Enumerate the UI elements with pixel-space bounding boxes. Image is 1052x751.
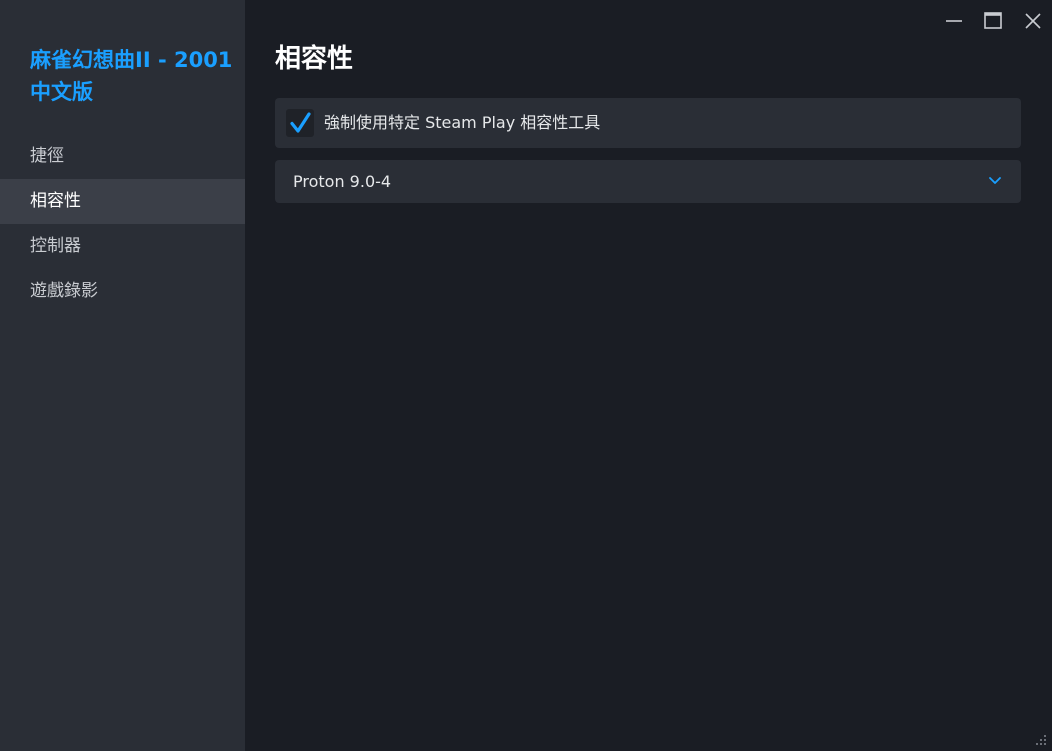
chevron-down-icon xyxy=(989,177,1001,184)
minimize-button[interactable] xyxy=(941,8,967,34)
main-panel: 相容性 強制使用特定 Steam Play 相容性工具 Proton 9.0-4 xyxy=(245,0,1052,751)
sidebar-item-compatibility[interactable]: 相容性 xyxy=(0,179,245,224)
compat-tool-select[interactable]: Proton 9.0-4 xyxy=(275,160,1021,203)
game-title: 麻雀幻想曲II - 2001 中文版 xyxy=(30,48,233,104)
checkmark-icon xyxy=(290,112,311,133)
resize-grip-icon[interactable] xyxy=(1032,731,1048,747)
sidebar: 麻雀幻想曲II - 2001 中文版 捷徑 相容性 控制器 遊戲錄影 xyxy=(0,0,245,751)
close-button[interactable] xyxy=(1020,8,1046,34)
sidebar-item-controller[interactable]: 控制器 xyxy=(0,224,245,269)
page-title: 相容性 xyxy=(275,44,354,74)
close-icon xyxy=(1025,13,1041,29)
force-compat-tool-label: 強制使用特定 Steam Play 相容性工具 xyxy=(324,113,601,132)
force-compat-tool-checkbox[interactable] xyxy=(286,109,314,137)
maximize-button[interactable] xyxy=(980,8,1006,34)
force-compat-tool-row: 強制使用特定 Steam Play 相容性工具 xyxy=(275,98,1021,148)
sidebar-item-shortcuts[interactable]: 捷徑 xyxy=(0,134,245,179)
sidebar-nav: 捷徑 相容性 控制器 遊戲錄影 xyxy=(0,134,245,314)
sidebar-item-game-recording[interactable]: 遊戲錄影 xyxy=(0,269,245,314)
minimize-icon xyxy=(946,20,962,22)
maximize-icon xyxy=(984,12,1002,29)
compat-tool-select-value: Proton 9.0-4 xyxy=(293,172,392,191)
